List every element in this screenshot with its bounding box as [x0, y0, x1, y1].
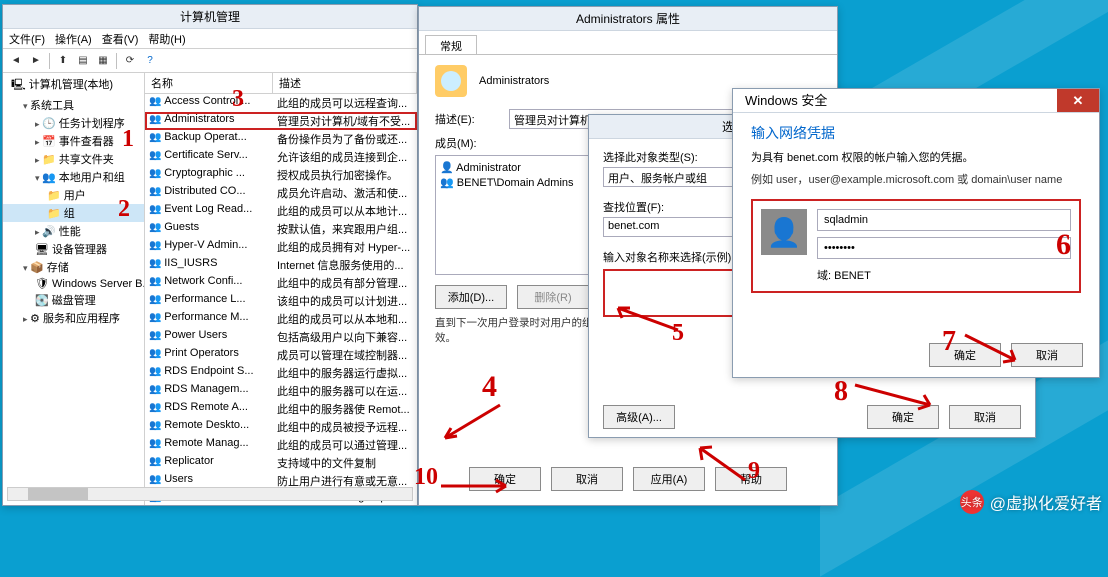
- list-item[interactable]: Cryptographic ...授权成员执行加密操作。: [145, 166, 417, 184]
- list-item[interactable]: Guests按默认值，来宾跟用户组...: [145, 220, 417, 238]
- groups-list: 名称 描述 Access Control ...此组的成员可以远程查询...Ad…: [145, 73, 417, 505]
- export-icon[interactable]: ▦: [94, 52, 112, 70]
- sec-cancel-button[interactable]: 取消: [1011, 343, 1083, 367]
- list-item[interactable]: Power Users包括高级用户以向下兼容...: [145, 328, 417, 346]
- watermark: 头条 @虚拟化爱好者: [960, 490, 1102, 514]
- domain-label: 域: BENET: [817, 267, 1071, 283]
- mmc-menubar: 文件(F) 操作(A) 查看(V) 帮助(H): [3, 29, 417, 49]
- tree-users[interactable]: 📁 用户: [3, 186, 144, 204]
- props-tabs: 常规: [419, 31, 837, 55]
- list-item[interactable]: Print Operators成员可以管理在域控制器...: [145, 346, 417, 364]
- avatar-icon: 👤: [761, 209, 807, 255]
- help-button[interactable]: 帮助: [715, 467, 787, 491]
- list-item[interactable]: Network Confi...此组中的成员有部分管理...: [145, 274, 417, 292]
- watermark-badge-icon: 头条: [960, 490, 984, 514]
- sec-title: Windows 安全: [745, 89, 827, 112]
- tab-general[interactable]: 常规: [425, 35, 477, 54]
- select-ok-button[interactable]: 确定: [867, 405, 939, 429]
- tree-task-scheduler[interactable]: 🕒 任务计划程序: [3, 114, 144, 132]
- tree-services[interactable]: ⚙ 服务和应用程序: [3, 309, 144, 327]
- tree-device-mgr[interactable]: 🖥 设备管理器: [3, 240, 144, 258]
- cancel-button[interactable]: 取消: [551, 467, 623, 491]
- forward-icon[interactable]: ►: [27, 52, 45, 70]
- computer-management-window: 计算机管理 文件(F) 操作(A) 查看(V) 帮助(H) ◄ ► ⬆ ▤ ▦ …: [2, 4, 418, 506]
- list-item[interactable]: Performance M...此组的成员可以从本地和...: [145, 310, 417, 328]
- tree-groups[interactable]: 📁 组: [3, 204, 144, 222]
- mmc-title: 计算机管理: [3, 5, 417, 29]
- list-item[interactable]: IIS_IUSRSInternet 信息服务使用的...: [145, 256, 417, 274]
- group-name: Administrators: [479, 75, 549, 87]
- list-item[interactable]: RDS Managem...此组中的服务器可以在运...: [145, 382, 417, 400]
- list-item[interactable]: Certificate Serv...允许该组的成员连接到企...: [145, 148, 417, 166]
- col-name[interactable]: 名称: [145, 73, 273, 93]
- list-item[interactable]: Replicator支持域中的文件复制: [145, 454, 417, 472]
- show-hide-icon[interactable]: ▤: [74, 52, 92, 70]
- username-field[interactable]: [817, 209, 1071, 231]
- menu-view[interactable]: 查看(V): [102, 31, 139, 46]
- sec-hint: 例如 user，user@example.microsoft.com 或 dom…: [751, 171, 1081, 187]
- tree-local-users[interactable]: 👥 本地用户和组: [3, 168, 144, 186]
- props-title: Administrators 属性: [419, 7, 837, 31]
- tree-root[interactable]: 🖳 计算机管理(本地): [3, 75, 144, 96]
- add-button[interactable]: 添加(D)...: [435, 285, 507, 309]
- tree-storage[interactable]: 📦 存储: [3, 258, 144, 276]
- mmc-tree[interactable]: 🖳 计算机管理(本地) 系统工具 🕒 任务计划程序 📅 事件查看器 📁 共享文件…: [3, 73, 145, 505]
- list-item[interactable]: Remote Manag...此组的成员可以通过管理...: [145, 436, 417, 454]
- remove-button[interactable]: 删除(R): [517, 285, 589, 309]
- list-item[interactable]: Event Log Read...此组的成员可以从本地计...: [145, 202, 417, 220]
- list-item[interactable]: Distributed CO...成员允许启动、激活和使...: [145, 184, 417, 202]
- back-icon[interactable]: ◄: [7, 52, 25, 70]
- group-icon: [435, 65, 467, 97]
- password-field[interactable]: [817, 237, 1071, 259]
- help-icon[interactable]: ?: [141, 52, 159, 70]
- col-desc[interactable]: 描述: [273, 73, 417, 93]
- ok-button[interactable]: 确定: [469, 467, 541, 491]
- tree-system-tools[interactable]: 系统工具: [3, 96, 144, 114]
- apply-button[interactable]: 应用(A): [633, 467, 705, 491]
- list-item[interactable]: Access Control ...此组的成员可以远程查询...: [145, 94, 417, 112]
- mmc-toolbar: ◄ ► ⬆ ▤ ▦ ⟳ ?: [3, 49, 417, 73]
- list-item[interactable]: Administrators管理员对计算机/域有不受...: [145, 112, 417, 130]
- tree-shared-folders[interactable]: 📁 共享文件夹: [3, 150, 144, 168]
- list-item[interactable]: Backup Operat...备份操作员为了备份或还...: [145, 130, 417, 148]
- list-item[interactable]: Hyper-V Admin...此组的成员拥有对 Hyper-...: [145, 238, 417, 256]
- watermark-text: @虚拟化爱好者: [990, 490, 1102, 514]
- tree-event-viewer[interactable]: 📅 事件查看器: [3, 132, 144, 150]
- sec-heading: 输入网络凭据: [751, 123, 1081, 143]
- list-item[interactable]: Remote Deskto...此组中的成员被授予远程...: [145, 418, 417, 436]
- tree-disk-mgmt[interactable]: 💽 磁盘管理: [3, 291, 144, 309]
- tree-wsb[interactable]: 🛡 Windows Server B...: [3, 276, 144, 291]
- sec-sub: 为具有 benet.com 权限的帐户输入您的凭据。: [751, 149, 1081, 165]
- menu-help[interactable]: 帮助(H): [148, 31, 185, 46]
- advanced-button[interactable]: 高级(A)...: [603, 405, 675, 429]
- list-item[interactable]: RDS Endpoint S...此组中的服务器运行虚拟...: [145, 364, 417, 382]
- list-item[interactable]: Performance L...该组中的成员可以计划进...: [145, 292, 417, 310]
- sec-ok-button[interactable]: 确定: [929, 343, 1001, 367]
- up-icon[interactable]: ⬆: [54, 52, 72, 70]
- list-item[interactable]: RDS Remote A...此组中的服务器使 Remot...: [145, 400, 417, 418]
- menu-action[interactable]: 操作(A): [55, 31, 92, 46]
- refresh-icon[interactable]: ⟳: [121, 52, 139, 70]
- windows-security-dialog: Windows 安全 ✕ 输入网络凭据 为具有 benet.com 权限的帐户输…: [732, 88, 1100, 378]
- h-scrollbar[interactable]: [7, 487, 413, 501]
- tree-performance[interactable]: 🔊 性能: [3, 222, 144, 240]
- select-cancel-button[interactable]: 取消: [949, 405, 1021, 429]
- close-icon[interactable]: ✕: [1057, 89, 1099, 112]
- desc-label: 描述(E):: [435, 111, 499, 127]
- menu-file[interactable]: 文件(F): [9, 31, 45, 46]
